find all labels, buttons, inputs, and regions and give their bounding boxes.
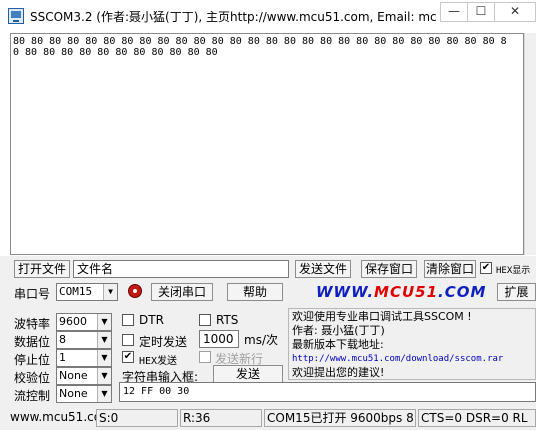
interval-unit: ms/次 [244,333,278,347]
databits-value: 8 [59,333,66,346]
info-download-link[interactable]: http://www.mcu51.com/download/sscom.rar [292,352,532,366]
flow-select[interactable]: None ▼ [56,385,112,403]
filename-input[interactable]: 文件名 [73,260,289,278]
send-string-input[interactable]: 12 FF 00 30 [119,382,536,402]
send-file-button[interactable]: 发送文件 [295,260,351,278]
dtr-checkbox[interactable] [122,314,134,326]
flow-value: None [59,387,88,400]
dtr-label: DTR [139,313,164,327]
port-value: COM15 [59,285,93,298]
receive-textarea[interactable]: 80 80 80 80 80 80 80 80 80 80 80 80 80 8… [10,33,524,255]
help-button[interactable]: 帮助 [227,283,283,301]
databits-select[interactable]: 8 ▼ [56,331,112,349]
status-received-count: R:36 [180,409,262,427]
status-signals: CTS=0 DSR=0 RL [418,409,536,427]
logo-brand: MCU51 [374,283,439,301]
status-sent-count: S:0 [96,409,178,427]
info-welcome: 欢迎使用专业串口调试工具SSCOM ! [292,310,472,323]
rts-checkbox[interactable] [199,314,211,326]
port-select[interactable]: COM15 ▼ [56,283,118,301]
stopbits-value: 1 [59,351,66,364]
title-bar: SSCOM3.2 (作者:聂小猛(丁丁), 主页http://www.mcu51… [0,0,536,31]
interval-input[interactable]: 1000 [199,330,239,348]
stopbits-label: 停止位 [14,353,51,367]
window-title: SSCOM3.2 (作者:聂小猛(丁丁), 主页http://www.mcu51… [30,10,438,24]
chevron-down-icon: ▼ [97,386,111,402]
send-button[interactable]: 发送 [213,365,283,383]
timed-send-checkbox[interactable] [122,334,134,346]
timed-send-label: 定时发送 [139,335,188,349]
hex-send-label: HEX发送 [139,356,178,367]
close-port-button[interactable]: 关闭串口 [151,283,213,301]
info-feedback: 欢迎提出您的建议! [292,366,385,379]
baud-select[interactable]: 9600 ▼ [56,313,112,331]
port-label: 串口号 [14,287,51,301]
stopbits-select[interactable]: 1 ▼ [56,349,112,367]
maximize-button[interactable]: ☐ [467,2,495,22]
baud-label: 波特率 [14,317,51,331]
mcu51-logo: WWW.MCU51.COM [316,283,486,301]
app-icon [8,8,24,24]
receive-text: 80 80 80 80 80 80 80 80 80 80 80 80 80 8… [13,36,507,58]
open-file-button[interactable]: 打开文件 [14,260,70,278]
parity-label: 校验位 [14,371,51,385]
logo-suffix: .COM [438,283,487,301]
status-website: www.mcu51.cor [8,409,96,427]
databits-label: 数据位 [14,335,51,349]
info-download-label: 最新版本下载地址: [292,338,384,351]
chevron-down-icon: ▼ [97,368,111,384]
rts-label: RTS [216,313,239,327]
hex-display-label: HEX显示 [496,266,531,276]
hex-send-checkbox[interactable]: ✔ [122,351,134,363]
logo-prefix: WWW. [316,283,375,301]
hex-display-checkbox[interactable]: ✔ [480,262,492,274]
flow-label: 流控制 [14,389,51,403]
status-port: COM15已打开 9600bps 8 [264,409,416,427]
minimize-button[interactable]: — [440,2,468,22]
parity-value: None [59,369,88,382]
save-window-button[interactable]: 保存窗口 [361,260,417,278]
chevron-down-icon: ▼ [97,332,111,348]
clear-window-button[interactable]: 清除窗口 [424,260,476,278]
close-button[interactable]: ✕ [494,2,536,22]
port-status-indicator-icon [128,284,142,298]
chevron-down-icon: ▼ [97,314,111,330]
status-bar: www.mcu51.cor S:0 R:36 COM15已打开 9600bps … [0,406,536,430]
receive-scrollbar[interactable] [524,33,536,255]
expand-button[interactable]: 扩展 [497,283,536,301]
info-panel: 欢迎使用专业串口调试工具SSCOM ! 作者: 聂小猛(丁丁) 最新版本下载地址… [288,308,536,380]
baud-value: 9600 [59,315,87,328]
send-newline-checkbox[interactable] [199,351,211,363]
parity-select[interactable]: None ▼ [56,367,112,385]
info-author: 作者: 聂小猛(丁丁) [292,324,385,337]
chevron-down-icon: ▼ [97,350,111,366]
chevron-down-icon: ▼ [103,284,117,300]
